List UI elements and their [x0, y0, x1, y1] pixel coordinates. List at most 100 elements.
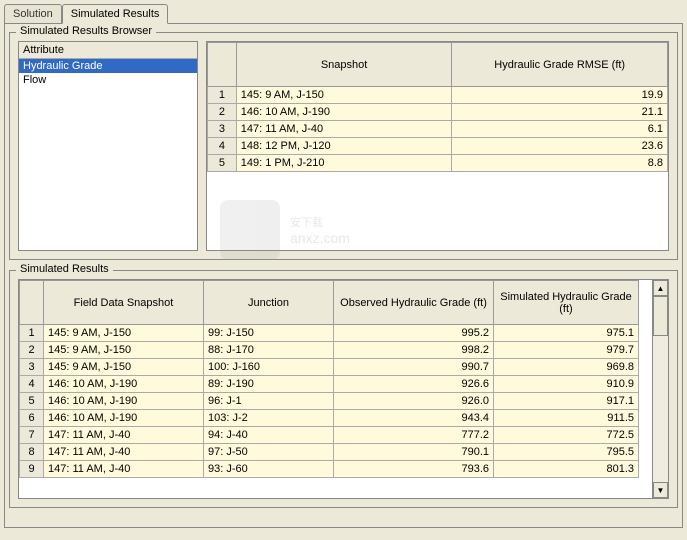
- cell-observed[interactable]: 926.0: [334, 393, 494, 410]
- cell-junction[interactable]: 94: J-40: [204, 427, 334, 444]
- table-row[interactable]: 3145: 9 AM, J-150100: J-160990.7969.8: [20, 359, 639, 376]
- cell-junction[interactable]: 97: J-50: [204, 444, 334, 461]
- col-simulated-hg[interactable]: Simulated Hydraulic Grade (ft): [494, 281, 639, 325]
- cell-observed[interactable]: 926.6: [334, 376, 494, 393]
- cell-rmse[interactable]: 6.1: [452, 121, 668, 138]
- cell-junction[interactable]: 89: J-190: [204, 376, 334, 393]
- row-number: 7: [20, 427, 44, 444]
- table-row[interactable]: 9147: 11 AM, J-4093: J-60793.6801.3: [20, 461, 639, 478]
- attr-item-flow[interactable]: Flow: [19, 73, 197, 87]
- row-number: 3: [208, 121, 237, 138]
- cell-simulated[interactable]: 801.3: [494, 461, 639, 478]
- row-number: 1: [208, 87, 237, 104]
- tab-solution[interactable]: Solution: [4, 4, 62, 23]
- cell-rmse[interactable]: 8.8: [452, 155, 668, 172]
- cell-fds[interactable]: 147: 11 AM, J-40: [44, 461, 204, 478]
- content-panel: Simulated Results Browser Attribute Hydr…: [4, 23, 683, 528]
- cell-junction[interactable]: 96: J-1: [204, 393, 334, 410]
- cell-simulated[interactable]: 795.5: [494, 444, 639, 461]
- table-row[interactable]: 3147: 11 AM, J-406.1: [208, 121, 668, 138]
- scroll-thumb[interactable]: [653, 296, 668, 336]
- rowheader-corner: [20, 281, 44, 325]
- table-row[interactable]: 7147: 11 AM, J-4094: J-40777.2772.5: [20, 427, 639, 444]
- cell-fds[interactable]: 145: 9 AM, J-150: [44, 325, 204, 342]
- scroll-down-button[interactable]: ▼: [653, 482, 668, 498]
- table-row[interactable]: 6146: 10 AM, J-190103: J-2943.4911.5: [20, 410, 639, 427]
- table-row[interactable]: 4146: 10 AM, J-19089: J-190926.6910.9: [20, 376, 639, 393]
- cell-junction[interactable]: 100: J-160: [204, 359, 334, 376]
- cell-snapshot[interactable]: 149: 1 PM, J-210: [236, 155, 452, 172]
- cell-observed[interactable]: 995.2: [334, 325, 494, 342]
- row-number: 1: [20, 325, 44, 342]
- table-row[interactable]: 2146: 10 AM, J-19021.1: [208, 104, 668, 121]
- col-snapshot[interactable]: Snapshot: [236, 43, 452, 87]
- row-number: 4: [208, 138, 237, 155]
- scroll-track[interactable]: [653, 296, 668, 482]
- results-grid-wrap: Field Data Snapshot Junction Observed Hy…: [18, 279, 669, 499]
- cell-junction[interactable]: 93: J-60: [204, 461, 334, 478]
- tab-bar: Solution Simulated Results: [0, 0, 687, 23]
- results-grid[interactable]: Field Data Snapshot Junction Observed Hy…: [19, 280, 652, 498]
- attribute-list[interactable]: Attribute Hydraulic Grade Flow: [18, 41, 198, 251]
- table-row[interactable]: 8147: 11 AM, J-4097: J-50790.1795.5: [20, 444, 639, 461]
- col-rmse[interactable]: Hydraulic Grade RMSE (ft): [452, 43, 668, 87]
- cell-snapshot[interactable]: 148: 12 PM, J-120: [236, 138, 452, 155]
- col-field-data-snapshot[interactable]: Field Data Snapshot: [44, 281, 204, 325]
- cell-simulated[interactable]: 975.1: [494, 325, 639, 342]
- row-number: 2: [208, 104, 237, 121]
- cell-simulated[interactable]: 910.9: [494, 376, 639, 393]
- cell-fds[interactable]: 145: 9 AM, J-150: [44, 342, 204, 359]
- scroll-up-button[interactable]: ▲: [653, 280, 668, 296]
- table-row[interactable]: 5149: 1 PM, J-2108.8: [208, 155, 668, 172]
- results-legend: Simulated Results: [16, 263, 113, 275]
- cell-simulated[interactable]: 979.7: [494, 342, 639, 359]
- cell-junction[interactable]: 103: J-2: [204, 410, 334, 427]
- cell-observed[interactable]: 790.1: [334, 444, 494, 461]
- cell-snapshot[interactable]: 147: 11 AM, J-40: [236, 121, 452, 138]
- results-fieldset: Simulated Results Field Data Snapshot Ju…: [9, 270, 678, 508]
- cell-fds[interactable]: 147: 11 AM, J-40: [44, 444, 204, 461]
- table-row[interactable]: 1145: 9 AM, J-15019.9: [208, 87, 668, 104]
- cell-observed[interactable]: 777.2: [334, 427, 494, 444]
- cell-simulated[interactable]: 772.5: [494, 427, 639, 444]
- attribute-header: Attribute: [19, 42, 197, 59]
- cell-fds[interactable]: 147: 11 AM, J-40: [44, 427, 204, 444]
- table-row[interactable]: 4148: 12 PM, J-12023.6: [208, 138, 668, 155]
- row-number: 5: [20, 393, 44, 410]
- table-row[interactable]: 1145: 9 AM, J-15099: J-150995.2975.1: [20, 325, 639, 342]
- cell-fds[interactable]: 146: 10 AM, J-190: [44, 410, 204, 427]
- cell-snapshot[interactable]: 145: 9 AM, J-150: [236, 87, 452, 104]
- row-number: 5: [208, 155, 237, 172]
- cell-fds[interactable]: 146: 10 AM, J-190: [44, 393, 204, 410]
- cell-rmse[interactable]: 23.6: [452, 138, 668, 155]
- cell-junction[interactable]: 99: J-150: [204, 325, 334, 342]
- cell-snapshot[interactable]: 146: 10 AM, J-190: [236, 104, 452, 121]
- table-row[interactable]: 2145: 9 AM, J-15088: J-170998.2979.7: [20, 342, 639, 359]
- col-observed-hg[interactable]: Observed Hydraulic Grade (ft): [334, 281, 494, 325]
- cell-rmse[interactable]: 19.9: [452, 87, 668, 104]
- vertical-scrollbar[interactable]: ▲ ▼: [652, 280, 668, 498]
- tab-simulated-results[interactable]: Simulated Results: [62, 4, 169, 24]
- row-number: 8: [20, 444, 44, 461]
- rowheader-corner: [208, 43, 237, 87]
- cell-simulated[interactable]: 969.8: [494, 359, 639, 376]
- cell-observed[interactable]: 990.7: [334, 359, 494, 376]
- table-row[interactable]: 5146: 10 AM, J-19096: J-1926.0917.1: [20, 393, 639, 410]
- cell-observed[interactable]: 943.4: [334, 410, 494, 427]
- cell-rmse[interactable]: 21.1: [452, 104, 668, 121]
- row-number: 4: [20, 376, 44, 393]
- cell-simulated[interactable]: 911.5: [494, 410, 639, 427]
- row-number: 2: [20, 342, 44, 359]
- cell-observed[interactable]: 793.6: [334, 461, 494, 478]
- cell-fds[interactable]: 146: 10 AM, J-190: [44, 376, 204, 393]
- cell-simulated[interactable]: 917.1: [494, 393, 639, 410]
- cell-observed[interactable]: 998.2: [334, 342, 494, 359]
- col-junction[interactable]: Junction: [204, 281, 334, 325]
- row-number: 6: [20, 410, 44, 427]
- cell-junction[interactable]: 88: J-170: [204, 342, 334, 359]
- row-number: 9: [20, 461, 44, 478]
- browser-grid[interactable]: Snapshot Hydraulic Grade RMSE (ft) 1145:…: [206, 41, 669, 251]
- cell-fds[interactable]: 145: 9 AM, J-150: [44, 359, 204, 376]
- row-number: 3: [20, 359, 44, 376]
- attr-item-hydraulic-grade[interactable]: Hydraulic Grade: [19, 59, 197, 73]
